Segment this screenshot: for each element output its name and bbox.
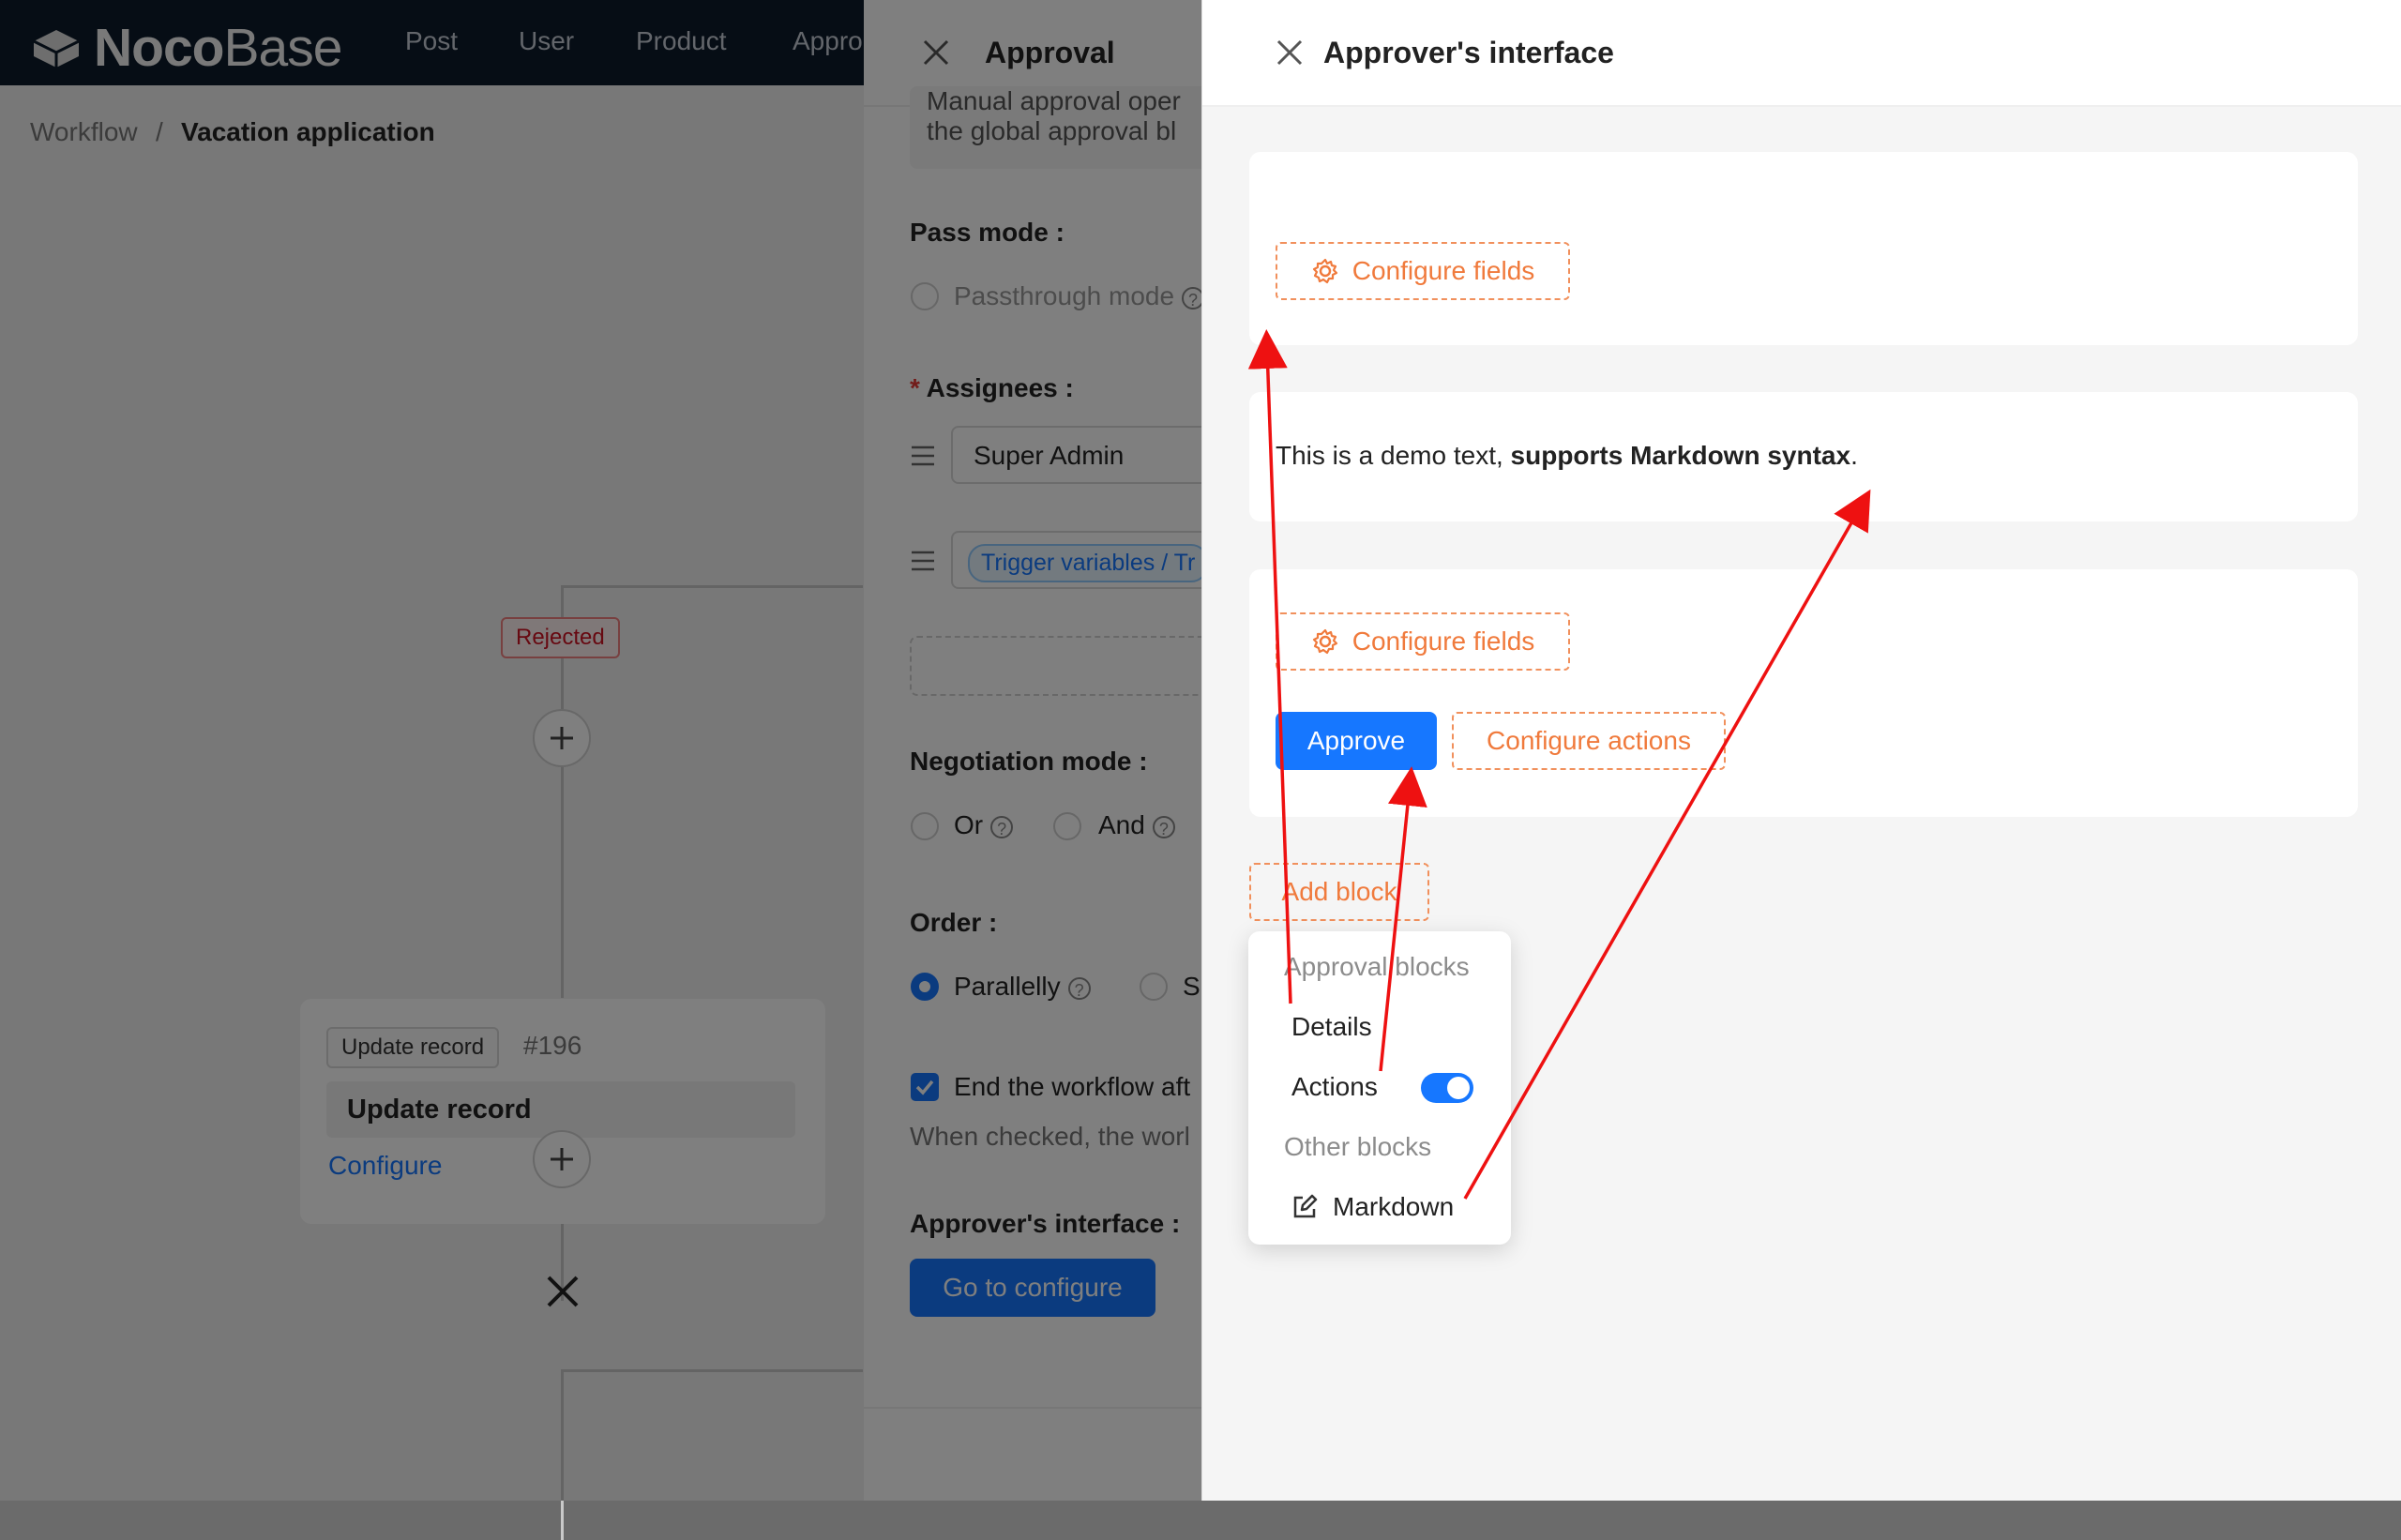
approval-drawer-mask[interactable] (864, 0, 1203, 1501)
menu-group-other-blocks: Other blocks (1284, 1132, 1432, 1161)
configure-fields-label: Configure fields (1352, 256, 1535, 285)
approver-interface-drawer: Approver's interface Configure fields Th… (1201, 0, 2401, 1501)
approver-drawer-title: Approver's interface (1323, 36, 1614, 69)
configure-fields-label: Configure fields (1352, 627, 1535, 656)
details-block: Configure fields (1249, 152, 2358, 345)
approve-button[interactable]: Approve (1276, 712, 1437, 770)
edit-icon (1293, 1194, 1318, 1218)
add-block-button[interactable]: Add block (1249, 863, 1429, 921)
add-block-menu: Approval blocks Details Actions Other bl… (1248, 931, 1511, 1245)
actions-toggle[interactable] (1421, 1073, 1473, 1103)
menu-item-actions[interactable]: Actions (1291, 1072, 1378, 1102)
approver-drawer-header: Approver's interface (1202, 0, 2401, 107)
menu-group-approval-blocks: Approval blocks (1284, 952, 1470, 981)
actions-block: Configure fields Approve Configure actio… (1249, 569, 2358, 817)
configure-fields-button[interactable]: Configure fields (1276, 612, 1570, 671)
configure-actions-button[interactable]: Configure actions (1452, 712, 1726, 770)
close-icon[interactable] (1275, 38, 1305, 68)
menu-item-markdown[interactable]: Markdown (1333, 1192, 1454, 1222)
markdown-content: This is a demo text, supports Markdown s… (1276, 441, 1858, 470)
gear-icon (1312, 258, 1337, 284)
configure-fields-button[interactable]: Configure fields (1276, 242, 1570, 300)
menu-item-details[interactable]: Details (1291, 1012, 1372, 1042)
markdown-block[interactable]: This is a demo text, supports Markdown s… (1249, 392, 2358, 521)
gear-icon (1312, 628, 1337, 655)
